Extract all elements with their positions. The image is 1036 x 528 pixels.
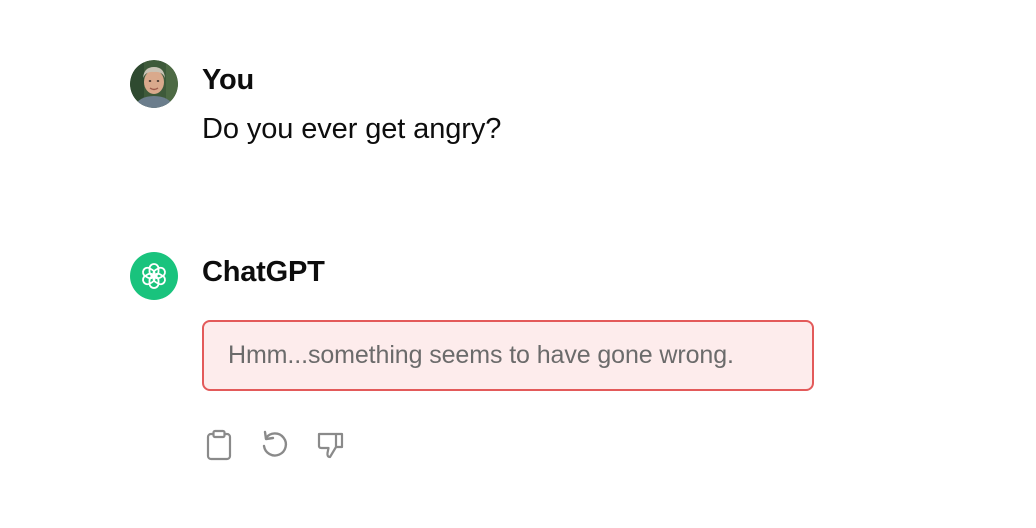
error-text: Hmm...something seems to have gone wrong… — [228, 341, 734, 369]
thumbs-down-button[interactable] — [314, 428, 348, 462]
message-actions — [202, 428, 348, 462]
message-author: ChatGPT — [202, 256, 325, 288]
regenerate-button[interactable] — [258, 428, 292, 462]
message-author: You — [202, 64, 255, 96]
user-avatar — [130, 60, 178, 108]
regenerate-icon — [262, 430, 288, 457]
message-text: Do you ever get angry? — [202, 113, 502, 145]
clipboard-icon — [206, 429, 232, 461]
copy-button[interactable] — [202, 428, 236, 462]
thumbs-down-icon — [317, 432, 344, 459]
error-message-box: Hmm...something seems to have gone wrong… — [202, 320, 814, 391]
openai-logo-icon — [130, 252, 178, 300]
